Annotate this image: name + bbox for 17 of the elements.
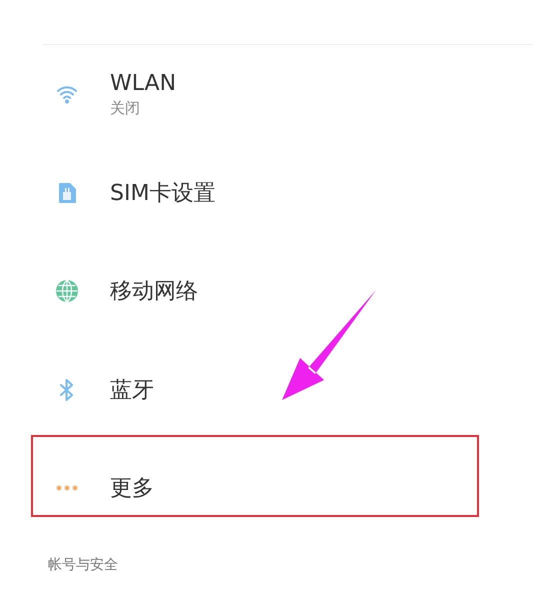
settings-row[interactable]: 移动网络 <box>0 242 533 340</box>
settings-row[interactable]: SIM卡设置 <box>0 144 533 242</box>
row-title: 移动网络 <box>110 278 198 306</box>
sim-card-icon <box>57 182 77 204</box>
row-subtitle: 关闭 <box>110 98 141 118</box>
more-icon <box>56 485 78 492</box>
section-header: 帐号与安全 <box>48 556 119 574</box>
wifi-icon <box>56 84 78 104</box>
row-title: 更多 <box>110 475 154 504</box>
bluetooth-icon <box>59 378 75 402</box>
settings-row[interactable]: 蓝牙 <box>0 340 533 439</box>
row-title: SIM卡设置 <box>110 180 216 208</box>
settings-row[interactable]: WLAN 关闭 <box>0 45 533 144</box>
globe-icon <box>55 279 79 304</box>
row-title: WLAN <box>110 70 176 96</box>
row-title: 蓝牙 <box>110 376 154 405</box>
settings-row[interactable]: 更多 <box>0 439 533 538</box>
